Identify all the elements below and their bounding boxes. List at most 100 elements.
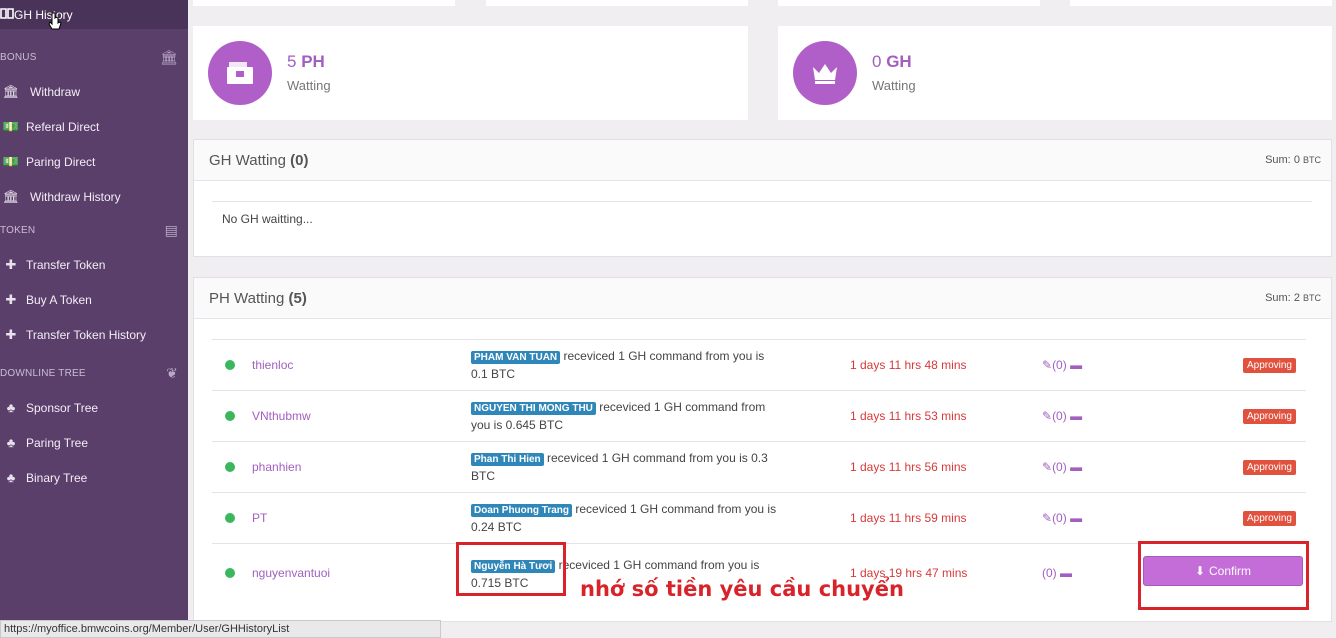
sidebar-item-transfer-token-history[interactable]: ✚ Transfer Token History bbox=[0, 317, 188, 352]
row-time: 1 days 11 hrs 56 mins bbox=[850, 460, 967, 474]
sidebar-item-label: Paring Direct bbox=[26, 154, 96, 169]
ph-stat-card: 5 PH Watting bbox=[193, 26, 748, 120]
comment-icon: ▬ bbox=[1070, 409, 1083, 423]
comment-icon: ▬ bbox=[1070, 460, 1083, 474]
leaf-icon: ❦ bbox=[166, 365, 178, 381]
status-badge: Approving bbox=[1242, 460, 1296, 475]
row-time: 1 days 11 hrs 53 mins bbox=[850, 409, 967, 423]
top-card-stub bbox=[193, 0, 455, 6]
sidebar-item-label: Paring Tree bbox=[26, 435, 89, 450]
comment-icon: ▬ bbox=[1070, 358, 1083, 372]
crown-icon bbox=[793, 41, 857, 105]
ph-count: 5 PH bbox=[287, 52, 325, 71]
sidebar-item-transfer-token[interactable]: ✚ Transfer Token bbox=[0, 247, 188, 282]
attachments[interactable]: ✎(0) ▬ bbox=[1042, 511, 1082, 525]
sidebar-item-paring-direct[interactable]: 💵 Paring Direct bbox=[0, 144, 188, 179]
online-dot bbox=[225, 513, 235, 523]
sidebar-item-buy-a-token[interactable]: ✚ Buy A Token bbox=[0, 282, 188, 317]
table-row: phanhien Phan Thi Hien receviced 1 GH co… bbox=[212, 441, 1306, 492]
username-link[interactable]: phanhien bbox=[252, 460, 301, 474]
empty-message: No GH waitting... bbox=[222, 212, 313, 226]
ph-label: Watting bbox=[287, 78, 331, 93]
table-row: thienloc PHAM VAN TUAN receviced 1 GH co… bbox=[212, 339, 1306, 390]
row-time: 1 days 11 hrs 59 mins bbox=[850, 511, 967, 525]
paperclip-icon: ✎ bbox=[1042, 409, 1053, 423]
row-message: NGUYEN THI MONG THU receviced 1 GH comma… bbox=[471, 399, 781, 434]
sidebar-item-label: Binary Tree bbox=[26, 470, 88, 485]
plus-icon: ✚ bbox=[5, 291, 17, 307]
row-message: Doan Phuong Trang receviced 1 GH command… bbox=[471, 501, 781, 536]
sidebar-section-token: TOKEN ▤ bbox=[0, 214, 188, 247]
panel-sum: Sum: 0 BTC bbox=[1265, 154, 1321, 166]
top-card-stub bbox=[778, 0, 1040, 6]
plus-icon: ✚ bbox=[5, 256, 17, 272]
attachments[interactable]: ✎(0) ▬ bbox=[1042, 358, 1082, 372]
section-title: DOWNLINE TREE bbox=[0, 368, 86, 379]
paperclip-icon: ✎ bbox=[1042, 460, 1053, 474]
status-badge: Approving bbox=[1242, 511, 1296, 526]
sidebar-item-sponsor-tree[interactable]: ♣ Sponsor Tree bbox=[0, 390, 188, 425]
table-row: PT Doan Phuong Trang receviced 1 GH comm… bbox=[212, 492, 1306, 543]
money-icon: 💵 bbox=[2, 153, 20, 169]
username-link[interactable]: PT bbox=[252, 511, 267, 525]
online-dot bbox=[225, 411, 235, 421]
row-time: 1 days 11 hrs 48 mins bbox=[850, 358, 967, 372]
sidebar-item-binary-tree[interactable]: ♣ Binary Tree bbox=[0, 460, 188, 495]
sidebar-item-label: Referal Direct bbox=[26, 119, 100, 134]
sidebar-item-gh-history[interactable]: GH History bbox=[0, 0, 188, 29]
username-link[interactable]: thienloc bbox=[252, 358, 293, 372]
row-message: PHAM VAN TUAN receviced 1 GH command fro… bbox=[471, 348, 781, 383]
sidebar-item-paring-tree[interactable]: ♣ Paring Tree bbox=[0, 425, 188, 460]
attachments[interactable]: ✎(0) ▬ bbox=[1042, 460, 1082, 474]
sidebar-item-label: GH History bbox=[14, 7, 73, 22]
sidebar-item-withdraw[interactable]: 🏛 Withdraw bbox=[0, 74, 188, 109]
gh-stat-card: 0 GH Watting bbox=[778, 26, 1332, 120]
sidebar-item-withdraw-history[interactable]: 🏛 Withdraw History bbox=[0, 179, 188, 214]
divider bbox=[212, 201, 1312, 202]
sidebar-item-label: Withdraw bbox=[30, 84, 81, 99]
paperclip-icon: ✎ bbox=[1042, 358, 1053, 372]
comment-icon: ▬ bbox=[1060, 566, 1073, 580]
annotation-highlight-box bbox=[456, 542, 566, 596]
panel-header: PH Watting (5) Sum: 2 BTC bbox=[194, 278, 1331, 319]
online-dot bbox=[225, 568, 235, 578]
top-card-stub bbox=[1070, 0, 1332, 6]
status-badge: Approving bbox=[1242, 409, 1296, 424]
sidebar-item-label: Buy A Token bbox=[26, 292, 92, 307]
sidebar: GH History BONUS 🏛 🏛 Withdraw 💵 Referal … bbox=[0, 0, 188, 638]
tree-icon: ♣ bbox=[6, 435, 16, 450]
username-link[interactable]: nguyenvantuoi bbox=[252, 566, 330, 580]
sidebar-item-label: Withdraw History bbox=[30, 189, 121, 204]
status-badge: Approving bbox=[1242, 358, 1296, 373]
online-dot bbox=[225, 462, 235, 472]
section-title: TOKEN bbox=[0, 225, 36, 236]
browser-status-url: https://myoffice.bmwcoins.org/Member/Use… bbox=[0, 620, 441, 638]
sidebar-item-label: Sponsor Tree bbox=[26, 400, 99, 415]
top-card-stub bbox=[486, 0, 748, 6]
recipient-label: Phan Thi Hien bbox=[471, 453, 544, 466]
tree-icon: ♣ bbox=[6, 400, 16, 415]
panel-title: PH Watting (5) bbox=[209, 290, 307, 307]
mouse-cursor-icon bbox=[48, 12, 62, 30]
tree-icon: ♣ bbox=[6, 470, 16, 485]
table-row: VNthubmw NGUYEN THI MONG THU receviced 1… bbox=[212, 390, 1306, 441]
sidebar-section-downline-tree: DOWNLINE TREE ❦ bbox=[0, 357, 188, 390]
comment-icon: ▬ bbox=[1070, 511, 1083, 525]
bank-icon: 🏛 bbox=[160, 49, 178, 65]
annotation-text: nhớ số tiền yêu cầu chuyển bbox=[580, 577, 904, 601]
sidebar-item-referal-direct[interactable]: 💵 Referal Direct bbox=[0, 109, 188, 144]
gh-label: Watting bbox=[872, 78, 916, 93]
recipient-label: NGUYEN THI MONG THU bbox=[471, 402, 596, 415]
plus-icon: ✚ bbox=[5, 326, 17, 342]
attachments[interactable]: (0) ▬ bbox=[1042, 566, 1072, 580]
annotation-highlight-box bbox=[1138, 541, 1309, 610]
money-icon: 💵 bbox=[2, 118, 20, 134]
attachments[interactable]: ✎(0) ▬ bbox=[1042, 409, 1082, 423]
username-link[interactable]: VNthubmw bbox=[252, 409, 311, 423]
sidebar-item-label: Transfer Token History bbox=[26, 327, 147, 342]
section-title: BONUS bbox=[0, 52, 37, 63]
recipient-label: PHAM VAN TUAN bbox=[471, 351, 561, 364]
online-dot bbox=[225, 360, 235, 370]
panel-sum: Sum: 2 BTC bbox=[1265, 292, 1321, 304]
gh-count: 0 GH bbox=[872, 52, 912, 71]
